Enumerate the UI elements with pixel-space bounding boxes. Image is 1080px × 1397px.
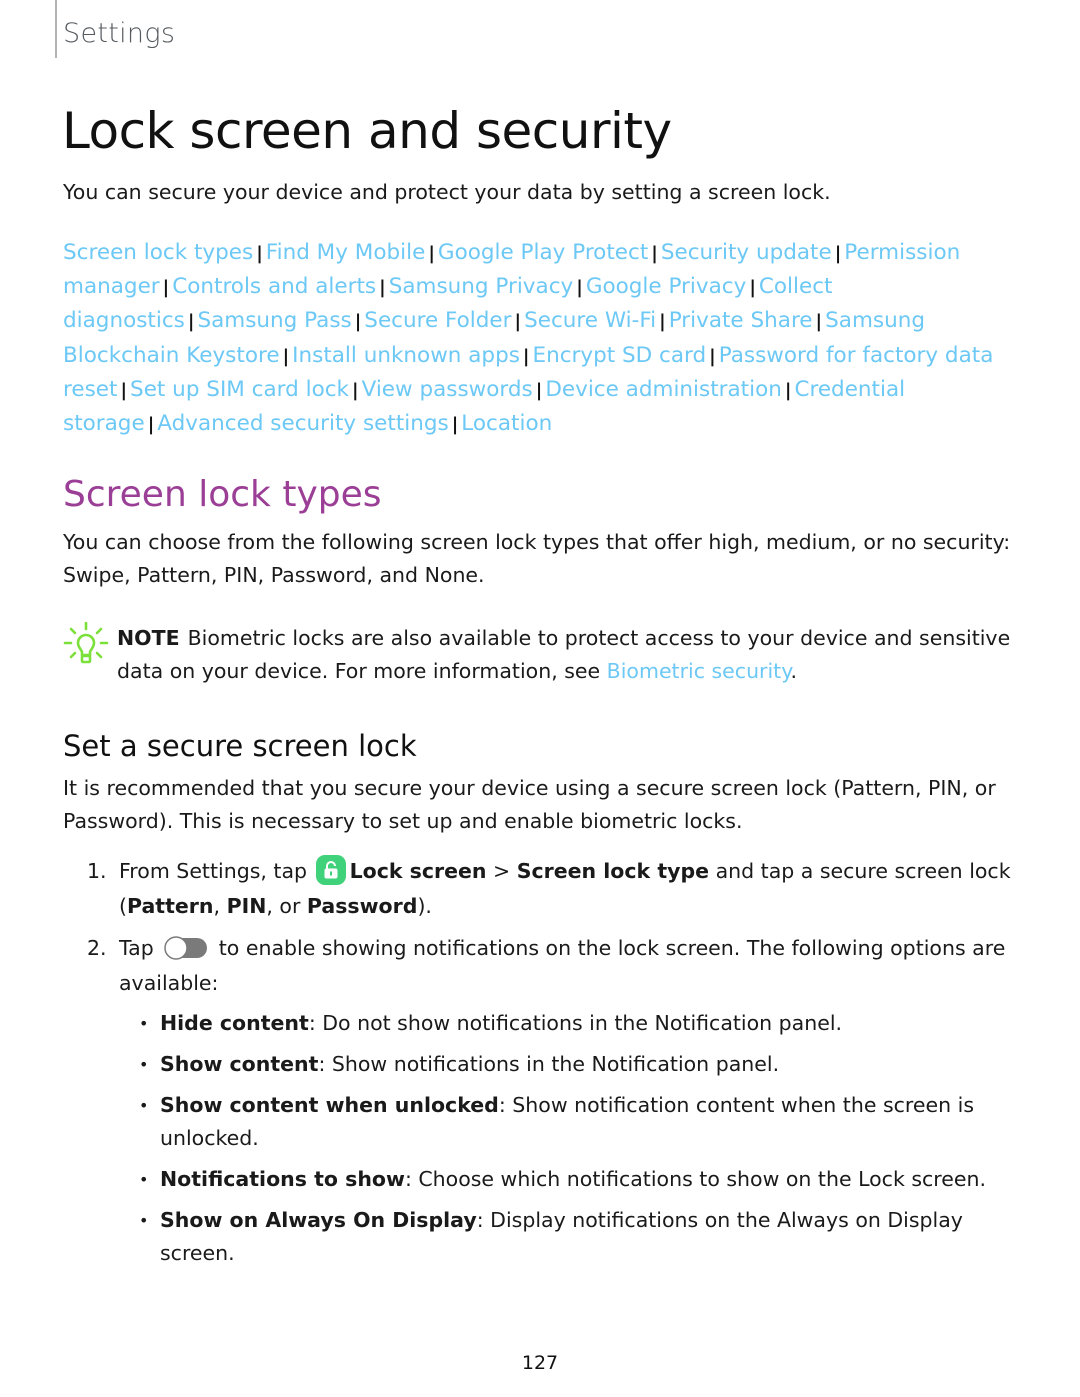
option-desc: : Show notifications in the Notification… [318,1052,780,1076]
link-separator: | [815,311,823,333]
link-separator: | [651,243,658,264]
step-text: ). [417,894,432,918]
section-title: Screen lock types [63,474,382,515]
section-body: You can choose from the following screen… [63,530,1011,587]
topic-link[interactable]: Encrypt SD card [533,343,707,368]
link-separator: | [709,345,716,367]
topic-link[interactable]: Secure Wi-Fi [524,308,656,333]
chapter-label: Settings [63,18,176,49]
menu-lock-screen: Lock screen [349,859,487,883]
step-text: , or [266,894,307,918]
option-desc: : Do not show notifications in the Notif… [308,1011,843,1035]
option-item: • Notifications to show: Choose which not… [119,1163,1023,1196]
link-separator: | [451,414,459,436]
topic-links: Screen lock types | Find My Mobile | Google … [63,236,1023,441]
option-password: Password [306,894,418,918]
topic-link[interactable]: Advanced security settings [157,411,448,436]
link-separator: | [514,311,522,333]
option-term: Notifications to show [160,1167,405,1191]
steps-list: 1. From Settings, tap Lock screen > Scre… [63,854,1023,1278]
subsection-title: Set a secure screen lock [63,729,417,763]
note-end: . [790,659,797,683]
bullet-icon: • [139,1170,149,1189]
option-pattern: Pattern [127,894,214,918]
link-separator: | [749,277,756,299]
link-separator: | [187,311,195,333]
step-item: 1. From Settings, tap Lock screen > Scre… [63,854,1023,924]
topic-link[interactable]: Install unknown apps [292,343,520,368]
topic-link[interactable]: Security update [661,240,832,265]
option-term: Show on Always On Display [160,1208,477,1232]
link-separator: | [522,345,530,367]
options-list: • Hide content: Do not show notifications… [119,1007,1023,1270]
link-separator: | [147,414,155,436]
option-term: Show content when unlocked [160,1093,499,1117]
option-item: • Show on Always On Display: Display noti… [119,1204,1023,1270]
link-separator: | [282,345,290,367]
topic-link[interactable]: Set up SIM card lock [130,377,349,402]
bullet-icon: • [139,1014,149,1033]
topic-link[interactable]: Screen lock types [63,240,253,265]
link-separator: | [256,243,263,264]
topic-link[interactable]: View passwords [362,377,533,402]
step-number: 2. [87,936,107,960]
link-separator: | [120,379,128,401]
option-desc: : Choose which notifications to show on … [404,1167,987,1191]
biometric-security-link[interactable]: Biometric security [607,659,791,683]
lock-screen-app-icon [315,855,346,885]
topic-link[interactable]: Private Share [669,308,813,333]
link-separator: | [352,379,359,401]
toggle-switch-icon [164,936,208,960]
bullet-icon: • [139,1211,149,1230]
note-text: NOTE Biometric locks are also available t… [117,622,1017,688]
menu-screen-lock-type: Screen lock type [516,859,710,883]
page-title: Lock screen and security [62,102,672,160]
subsection-body: It is recommended that you secure your d… [63,776,996,833]
topic-link[interactable]: Location [461,411,552,436]
topic-link[interactable]: Google Play Protect [438,240,648,265]
step-text: , [213,894,227,918]
option-item: • Show content when unlocked: Show notifi… [119,1089,1023,1155]
bullet-icon: • [139,1096,149,1115]
intro-text: You can secure your device and protect y… [63,180,831,204]
step-number: 1. [87,859,107,883]
topic-link[interactable]: Samsung Pass [197,308,351,333]
step-text: to enable showing notifications on the l… [119,936,1006,995]
link-separator: | [354,311,362,333]
link-separator: | [379,277,386,299]
step-text: Tap [119,936,161,960]
topic-link[interactable]: Google Privacy [586,274,747,299]
page-number: 127 [521,1352,559,1374]
link-separator: | [784,379,792,401]
step-text: From Settings, tap [119,859,314,883]
link-separator: | [162,277,170,299]
option-item: • Show content: Show notifications in the… [119,1048,1023,1081]
note-label: NOTE [117,626,180,650]
topic-link[interactable]: Secure Folder [364,308,511,333]
link-separator: | [834,243,842,264]
bullet-icon: • [139,1055,149,1074]
option-term: Show content [160,1052,319,1076]
header-rule [55,0,57,58]
topic-link[interactable]: Controls and alerts [172,274,376,299]
topic-link[interactable]: Device administration [545,377,782,402]
option-item: • Hide content: Do not show notifications… [119,1007,1023,1040]
topic-link[interactable]: Find My Mobile [266,240,426,265]
option-term: Hide content [160,1011,309,1035]
topic-link[interactable]: Samsung Privacy [389,274,574,299]
link-separator: | [576,277,583,299]
link-separator: | [428,243,435,264]
menu-arrow: > [486,859,517,883]
option-pin: PIN [226,894,267,918]
link-separator: | [535,379,543,401]
step-item: 2. Tap to enable showing notifications o… [63,931,1023,1270]
lightbulb-icon [63,622,109,664]
note-body: Biometric locks are also available to pr… [117,626,1011,683]
link-separator: | [659,311,666,333]
